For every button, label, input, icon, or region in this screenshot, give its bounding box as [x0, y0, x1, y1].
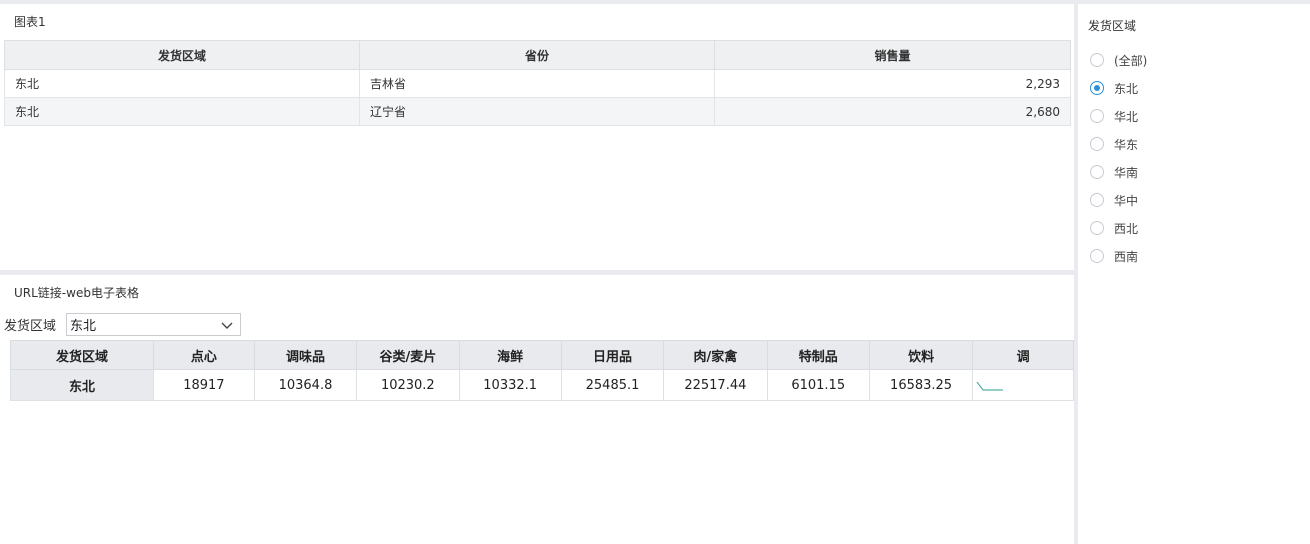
cell-value: 16583.25	[868, 369, 974, 401]
cell-value: 18917	[152, 369, 255, 401]
cell-region: 东北	[10, 369, 154, 401]
radio-circle-icon[interactable]	[1090, 193, 1104, 207]
table-header-row: 发货区域 省份 销售量	[4, 40, 1071, 70]
table-row: 东北 吉林省 2,293	[4, 69, 1071, 98]
radio-label: 华北	[1114, 109, 1139, 124]
column-header-cereals: 谷类/麦片	[356, 340, 460, 370]
column-header-region: 发货区域	[10, 340, 154, 370]
radio-option-all[interactable]: (全部)	[1090, 46, 1147, 74]
cell-value: 10230.2	[356, 369, 460, 401]
radio-label: (全部)	[1114, 53, 1148, 68]
region-select[interactable]: 东北	[66, 313, 242, 336]
column-header-daily-goods: 日用品	[560, 340, 665, 370]
radio-label: 华南	[1114, 165, 1139, 180]
column-header-seafood: 海鲜	[458, 340, 562, 370]
cell-value: 10332.1	[458, 369, 562, 401]
column-header-beverages: 饮料	[868, 340, 974, 370]
column-header-province[interactable]: 省份	[359, 40, 715, 70]
region-filter-panel: 发货区域 (全部) 东北 华北 华东 华南 华中 西北 西南	[1078, 4, 1310, 544]
radio-option-dongbei[interactable]: 东北	[1090, 74, 1147, 102]
radio-option-huanan[interactable]: 华南	[1090, 158, 1147, 186]
chart1-title: 图表1	[14, 15, 46, 29]
column-header-sales[interactable]: 销售量	[714, 40, 1071, 70]
radio-option-huadong[interactable]: 华东	[1090, 130, 1147, 158]
chart1-table: 发货区域 省份 销售量 东北 吉林省 2,293 东北 辽宁省 2,680	[4, 40, 1071, 126]
cell-province: 辽宁省	[359, 97, 715, 126]
radio-option-xibei[interactable]: 西北	[1090, 214, 1147, 242]
table-row: 东北 18917 10364.8 10230.2 10332.1 25485.1…	[10, 369, 1074, 401]
region-select-value: 东北	[70, 319, 97, 334]
table-row: 东北 辽宁省 2,680	[4, 97, 1071, 126]
cell-sales: 2,680	[714, 97, 1071, 126]
radio-circle-icon[interactable]	[1090, 221, 1104, 235]
radio-option-xinan[interactable]: 西南	[1090, 242, 1147, 270]
cell-value: 25485.1	[560, 369, 665, 401]
region-filter-title: 发货区域	[1088, 19, 1137, 33]
cell-value: 10364.8	[253, 369, 358, 401]
cell-province: 吉林省	[359, 69, 715, 98]
region-filter-label: 发货区域	[4, 319, 57, 334]
radio-circle-icon[interactable]	[1090, 249, 1104, 263]
web-spreadsheet-table: 发货区域 点心 调味品 谷类/麦片 海鲜 日用品 肉/家禽 特制品 饮料 调 东…	[10, 340, 1074, 401]
cell-sparkline	[972, 369, 1074, 401]
webtable-panel: URL链接-web电子表格 发货区域 东北 发货区域 点心 调味品 谷类/麦片 …	[0, 275, 1074, 544]
chart1-panel: 图表1 发货区域 省份 销售量 东北 吉林省 2,293 东北 辽宁省 2,68…	[0, 4, 1074, 270]
radio-circle-icon[interactable]	[1090, 53, 1104, 67]
cell-value: 22517.44	[663, 369, 768, 401]
radio-circle-icon[interactable]	[1090, 165, 1104, 179]
column-header-truncated: 调	[972, 340, 1074, 370]
radio-option-huabei[interactable]: 华北	[1090, 102, 1147, 130]
region-radio-group: (全部) 东北 华北 华东 华南 华中 西北 西南	[1090, 46, 1147, 270]
column-header-region[interactable]: 发货区域	[4, 40, 360, 70]
cell-region: 东北	[4, 69, 360, 98]
column-header-specialty: 特制品	[766, 340, 870, 370]
cell-region: 东北	[4, 97, 360, 126]
radio-label: 西北	[1114, 221, 1139, 236]
sparkline-icon	[976, 381, 1004, 391]
radio-circle-icon[interactable]	[1090, 81, 1104, 95]
column-header-meat-poultry: 肉/家禽	[663, 340, 768, 370]
radio-circle-icon[interactable]	[1090, 109, 1104, 123]
webtable-title: URL链接-web电子表格	[14, 286, 139, 300]
radio-option-huazhong[interactable]: 华中	[1090, 186, 1147, 214]
table-header-row: 发货区域 点心 调味品 谷类/麦片 海鲜 日用品 肉/家禽 特制品 饮料 调	[10, 340, 1074, 370]
column-header-condiments: 调味品	[253, 340, 358, 370]
radio-label: 华中	[1114, 193, 1139, 208]
column-header-snacks: 点心	[152, 340, 255, 370]
radio-label: 西南	[1114, 249, 1139, 264]
radio-label: 东北	[1114, 81, 1139, 96]
region-filter-row: 发货区域 东北	[4, 313, 242, 336]
cell-sales: 2,293	[714, 69, 1071, 98]
chevron-down-icon	[221, 322, 233, 329]
radio-circle-icon[interactable]	[1090, 137, 1104, 151]
radio-label: 华东	[1114, 137, 1139, 152]
cell-value: 6101.15	[766, 369, 870, 401]
